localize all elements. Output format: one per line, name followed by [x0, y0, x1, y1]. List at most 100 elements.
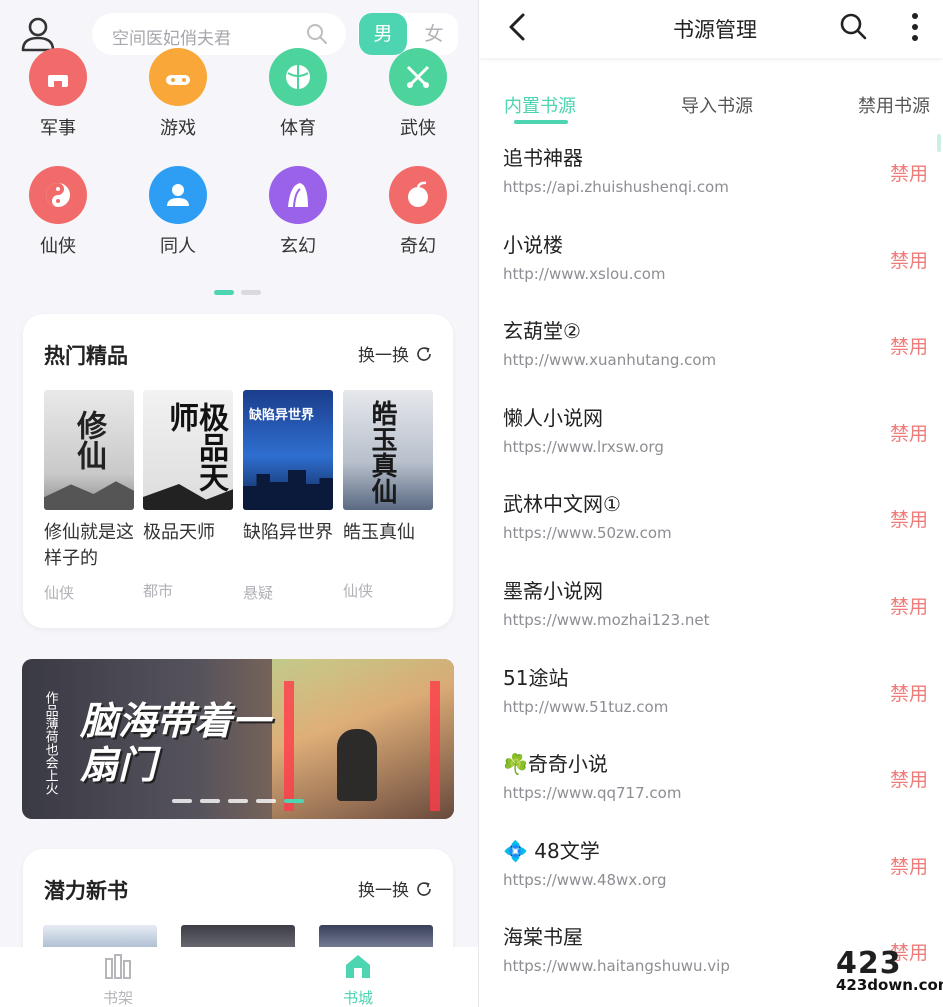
source-row[interactable]: ☘️奇奇小说 https://www.qq717.com 禁用 [479, 748, 943, 834]
promo-banner[interactable]: 作品薄荷也会上火 脑海带着一扇门 [22, 659, 454, 819]
source-url: http://www.xuanhutang.com [503, 351, 717, 369]
home-icon [346, 955, 370, 978]
category-label: 玄幻 [280, 236, 316, 257]
disable-button[interactable]: 禁用 [890, 246, 928, 273]
disable-button[interactable]: 禁用 [890, 505, 928, 532]
source-row[interactable]: 💠 48文学 https://www.48wx.org 禁用 [479, 835, 943, 921]
source-name: 武林中文网① [503, 492, 621, 516]
category-fantasy[interactable]: 玄幻 [248, 166, 348, 258]
hot-books-card: 热门精品 换一换 修仙 修仙就是这样子的 极品天师 极品天师 缺陷异世界 缺陷异… [23, 314, 453, 628]
mountain-icon [269, 166, 327, 224]
disable-button[interactable]: 禁用 [890, 679, 928, 706]
source-name: 💠 48文学 [503, 839, 600, 863]
source-row[interactable]: 墨斋小说网 https://www.mozhai123.net 禁用 [479, 575, 943, 661]
disable-button[interactable]: 禁用 [890, 765, 928, 792]
search-icon[interactable] [306, 23, 328, 45]
banner-title: 脑海带着一扇门 [80, 699, 271, 787]
disable-button[interactable]: 禁用 [890, 159, 928, 186]
disable-button[interactable]: 禁用 [890, 419, 928, 446]
disable-button[interactable]: 禁用 [890, 592, 928, 619]
refresh-icon [417, 881, 431, 896]
source-row[interactable]: 小说楼 http://www.xslou.com 禁用 [479, 229, 943, 315]
cover-title: 皓玉真仙 [367, 400, 397, 504]
banner-dot [200, 799, 220, 803]
source-url: http://www.xslou.com [503, 265, 666, 283]
source-name: 玄葫堂② [503, 319, 581, 343]
tab-builtin-sources[interactable]: 内置书源 [504, 92, 576, 118]
book-genre: 仙侠 [343, 582, 374, 600]
bottom-navigation: 书架 书城 [0, 947, 478, 1007]
refresh-button[interactable]: 换一换 [358, 341, 433, 366]
source-row[interactable]: 51途站 http://www.51tuz.com 禁用 [479, 662, 943, 748]
category-xianxia[interactable]: 仙侠 [8, 166, 108, 258]
person-icon [149, 166, 207, 224]
nav-bookstore[interactable]: 书城 [318, 953, 398, 1007]
swords-icon [389, 48, 447, 106]
source-row[interactable]: 追书神器 https://api.zhuishushenqi.com 禁用 [479, 142, 943, 228]
refresh-button[interactable]: 换一换 [358, 876, 433, 901]
search-icon[interactable] [839, 12, 867, 40]
book-title: 修仙就是这样子的 [44, 522, 134, 569]
source-row[interactable]: 武林中文网① https://www.50zw.com 禁用 [479, 488, 943, 574]
book-genre: 悬疑 [243, 584, 274, 602]
banner-indicator [172, 788, 312, 807]
book-item[interactable]: 皓玉真仙 皓玉真仙 [343, 390, 435, 546]
category-military[interactable]: 军事 [8, 48, 108, 140]
banner-dot [228, 799, 248, 803]
category-sports[interactable]: 体育 [248, 48, 348, 140]
source-row[interactable]: 懒人小说网 https://www.lrxsw.org 禁用 [479, 402, 943, 488]
basketball-icon [269, 48, 327, 106]
disable-button[interactable]: 禁用 [890, 332, 928, 359]
search-placeholder: 空间医妃俏夫君 [112, 29, 231, 49]
book-item[interactable]: 缺陷异世界 缺陷异世界 [243, 390, 335, 546]
nav-bookshelf-label: 书架 [102, 989, 133, 1007]
taichi-icon [29, 166, 87, 224]
source-name: 海棠书屋 [503, 925, 583, 949]
source-url: https://www.qq717.com [503, 784, 682, 802]
source-name: 追书神器 [503, 146, 583, 170]
screenshot-stage: 空间医妃俏夫君 男 女 军事 游戏 体育 武侠 仙侠 同人 玄幻 奇幻 热门精品… [0, 0, 943, 1007]
category-wuxia[interactable]: 武侠 [368, 48, 468, 140]
book-title: 极品天师 [143, 522, 215, 543]
book-cover: 皓玉真仙 [343, 390, 433, 510]
book-cover: 极品天师 [143, 390, 233, 510]
tab-imported-sources[interactable]: 导入书源 [681, 92, 753, 118]
more-vertical-icon[interactable] [911, 12, 919, 42]
book-title: 缺陷异世界 [243, 522, 333, 543]
book-item[interactable]: 极品天师 极品天师 [143, 390, 235, 546]
hot-books-title: 热门精品 [44, 344, 128, 368]
cover-title: 缺陷异世界 [249, 408, 315, 423]
source-name: 51途站 [503, 666, 569, 690]
source-name: ☘️奇奇小说 [503, 752, 608, 776]
source-name: 小说楼 [503, 233, 563, 257]
source-url: https://www.haitangshuwu.vip [503, 957, 730, 975]
banner-tag: 作品 [42, 691, 58, 717]
book-genre: 都市 [143, 582, 174, 600]
page-dot-active [214, 290, 234, 295]
category-game[interactable]: 游戏 [128, 48, 228, 140]
banner-author: 作品薄荷也会上火 [42, 691, 58, 795]
page-dot [241, 290, 261, 295]
book-item[interactable]: 修仙 修仙就是这样子的 [44, 390, 136, 572]
category-magic[interactable]: 奇幻 [368, 166, 468, 258]
tab-disabled-sources[interactable]: 禁用书源 [858, 92, 930, 118]
book-cover: 修仙 [44, 390, 134, 510]
category-fanfic[interactable]: 同人 [128, 166, 228, 258]
book-title: 皓玉真仙 [343, 522, 415, 543]
nav-bookstore-label: 书城 [342, 989, 373, 1007]
back-arrow-icon[interactable] [505, 12, 529, 42]
cover-title: 修仙 [71, 410, 106, 470]
page-title: 书源管理 [673, 18, 757, 42]
banner-dot [256, 799, 276, 803]
nav-bookshelf[interactable]: 书架 [78, 953, 158, 1007]
bookshelf-icon [105, 954, 131, 979]
category-page-indicator [214, 280, 268, 299]
source-management-panel: 书源管理 内置书源 导入书源 禁用书源 追书神器 https://api.zhu… [479, 0, 943, 1007]
source-url: https://api.zhuishushenqi.com [503, 178, 729, 196]
watermark-site: 423down.com [836, 976, 943, 994]
category-label: 体育 [280, 118, 316, 139]
category-label: 武侠 [400, 118, 436, 139]
source-row[interactable]: 玄葫堂② http://www.xuanhutang.com 禁用 [479, 315, 943, 401]
military-icon [29, 48, 87, 106]
disable-button[interactable]: 禁用 [890, 852, 928, 879]
